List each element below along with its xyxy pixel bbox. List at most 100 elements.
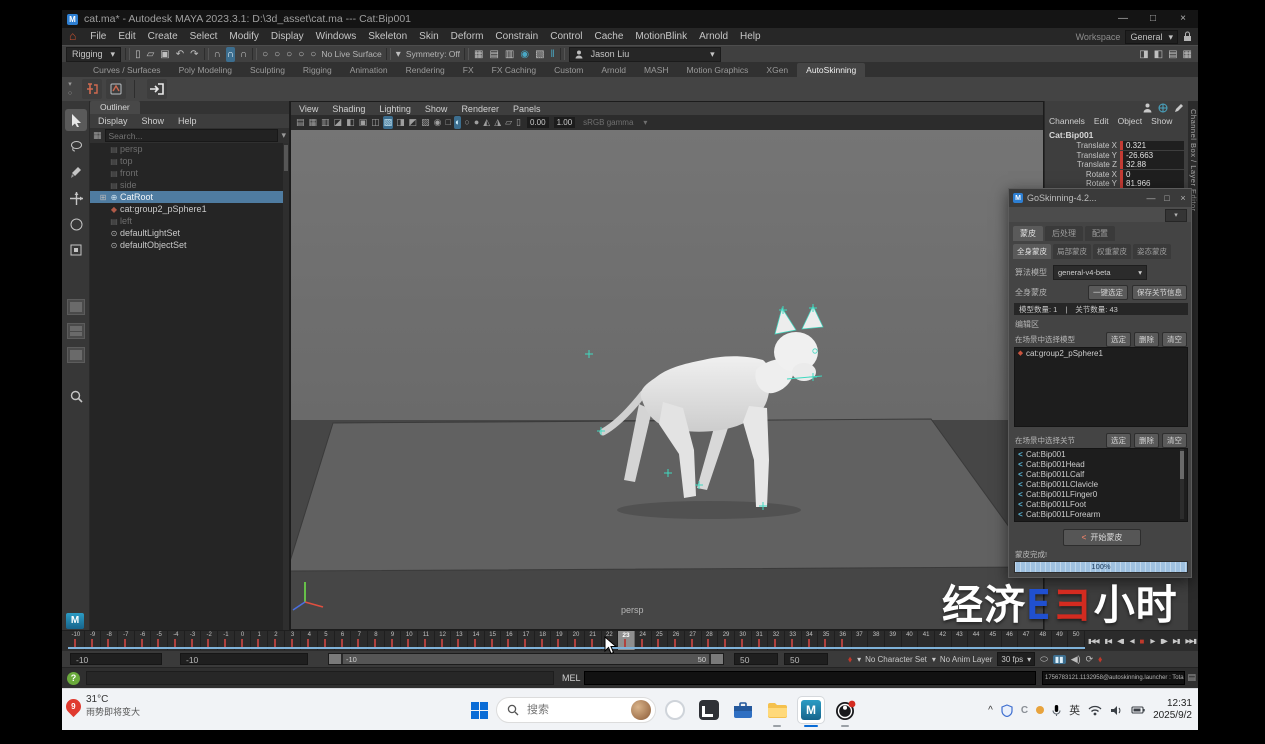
playback-button[interactable]: ■ xyxy=(1140,637,1145,646)
playback-button[interactable]: ◀ xyxy=(1130,637,1134,645)
channel-box-menu-item[interactable]: Show xyxy=(1151,116,1172,126)
command-input-field[interactable] xyxy=(584,671,1036,685)
taskbar-app-briefcase[interactable] xyxy=(730,697,756,723)
clear-button[interactable]: 清空 xyxy=(1162,433,1187,448)
channel-box-menu-item[interactable]: Channels xyxy=(1049,116,1085,126)
shelf-tab[interactable]: Motion Graphics xyxy=(678,63,758,77)
xray-icon[interactable]: ▱ xyxy=(504,116,513,129)
save-scene-icon[interactable]: ▣ xyxy=(159,47,170,62)
image-plane-icon[interactable]: ◧ xyxy=(345,116,356,129)
select-camera-icon[interactable]: ▤ xyxy=(295,116,306,129)
loop-icon[interactable]: ⬭ xyxy=(1040,654,1048,665)
bookmarks-icon[interactable]: ◪ xyxy=(333,116,344,129)
range-end-handle[interactable] xyxy=(711,654,723,664)
auto-key-icon[interactable]: ⬧ xyxy=(1098,654,1102,665)
taskbar-app-explorer[interactable] xyxy=(764,697,790,723)
goskinning-sub-tab[interactable]: 权重蒙皮 xyxy=(1093,244,1131,259)
shelf-tab[interactable]: FX xyxy=(454,63,483,77)
minimize-button[interactable]: — xyxy=(1143,189,1159,207)
viewport-menu-item[interactable]: View xyxy=(299,104,318,114)
viewport-menu-item[interactable]: Lighting xyxy=(379,104,411,114)
clear-button[interactable]: 清空 xyxy=(1162,332,1187,347)
menu-item[interactable]: Windows xyxy=(310,31,363,42)
fps-dropdown[interactable]: 30 fps ▾ xyxy=(997,652,1035,666)
textured-icon[interactable]: ▨ xyxy=(420,116,431,129)
outliner-search-input[interactable] xyxy=(105,129,279,142)
channel-attribute-row[interactable]: Translate X 0.321 xyxy=(1045,141,1184,150)
undo-icon[interactable]: ↶ xyxy=(175,47,185,62)
animation-end-field[interactable]: 50 xyxy=(784,653,828,665)
delete-button[interactable]: 删除 xyxy=(1134,433,1159,448)
shelf-tab[interactable]: Rendering xyxy=(397,63,454,77)
menu-item[interactable]: Constrain xyxy=(489,31,544,42)
xray-joints-icon[interactable]: ▯ xyxy=(515,116,522,129)
goskinning-sub-tab[interactable]: 姿态蒙皮 xyxy=(1133,244,1171,259)
lock-camera-icon[interactable]: ▦ xyxy=(308,116,319,129)
symmetry-label[interactable]: Symmetry: Off xyxy=(406,49,460,59)
wifi-icon[interactable] xyxy=(1088,705,1102,716)
joint-list-item[interactable]: < Cat:Bip001LClavicle xyxy=(1015,479,1187,489)
outliner-menu-item[interactable]: Show xyxy=(142,116,165,126)
close-button[interactable]: × xyxy=(1175,189,1191,207)
shelf-arrow-icon[interactable]: ▾ xyxy=(68,80,72,89)
snap-to-grid-icon[interactable]: ∩ xyxy=(213,47,222,62)
shelf-menu-buttons[interactable]: ▾ ○ xyxy=(62,80,78,98)
goskinning-sub-tab[interactable]: 局部蒙皮 xyxy=(1053,244,1091,259)
one-click-select-button[interactable]: 一键选定 xyxy=(1088,285,1128,300)
use-all-lights-icon[interactable]: ◉ xyxy=(433,116,443,129)
search-highlight-image[interactable] xyxy=(631,700,651,720)
expand-icon[interactable]: ⊞ xyxy=(98,193,108,202)
outliner-item[interactable]: persp xyxy=(90,143,289,155)
channel-box-menu-item[interactable]: Edit xyxy=(1094,116,1109,126)
joint-list-item[interactable]: < Cat:Bip001LCalf xyxy=(1015,469,1187,479)
viewport-menu-item[interactable]: Panels xyxy=(513,104,541,114)
workspace-dropdown[interactable]: General ▾ xyxy=(1125,30,1178,44)
model-list-item[interactable]: ◆ cat:group2_pSphere1 xyxy=(1015,348,1187,358)
exposure-field[interactable]: 0.00 xyxy=(527,117,549,128)
security-shield-icon[interactable] xyxy=(1001,704,1013,717)
battery-icon[interactable] xyxy=(1131,705,1145,715)
gamma-field[interactable]: 1.00 xyxy=(554,117,576,128)
maximize-button[interactable]: □ xyxy=(1138,10,1168,28)
outliner-menu-item[interactable]: Help xyxy=(178,116,197,126)
taskbar-search[interactable] xyxy=(496,697,656,723)
ime-indicator[interactable]: 英 xyxy=(1069,702,1080,718)
shelf-tab[interactable]: Poly Modeling xyxy=(170,63,241,77)
channel-attribute-row[interactable]: Rotate X 0 xyxy=(1045,170,1184,179)
move-tool[interactable] xyxy=(65,187,87,209)
outliner-item[interactable]: front xyxy=(90,167,289,179)
shelf-tab[interactable]: MASH xyxy=(635,63,678,77)
start-button[interactable] xyxy=(468,699,490,721)
start-skinning-button[interactable]: < 开始蒙皮 xyxy=(1063,529,1141,546)
viewport-panel[interactable]: ViewShadingLightingShowRendererPanels ▤▦… xyxy=(290,101,1044,630)
menu-item[interactable]: Select xyxy=(184,31,224,42)
render-current-frame-icon[interactable]: ▥ xyxy=(504,47,515,62)
wireframe-icon[interactable]: ◨ xyxy=(395,116,406,129)
shadows-icon[interactable]: □ xyxy=(445,116,452,129)
mute-audio-icon[interactable]: ◀) xyxy=(1071,654,1081,665)
tray-expand-icon[interactable]: ^ xyxy=(988,705,993,716)
joint-list[interactable]: < Cat:Bip001 < Cat:Bip001Head < Cat:Bip0… xyxy=(1014,448,1188,522)
goskinning-main-tab[interactable]: 后处理 xyxy=(1045,226,1083,241)
animation-start-field[interactable]: -10 xyxy=(70,653,162,665)
rotate-tool[interactable] xyxy=(65,213,87,235)
outliner-item[interactable]: defaultObjectSet xyxy=(90,239,289,251)
goskinning-menu-dropdown[interactable]: ▾ xyxy=(1165,209,1187,222)
shelf-tab[interactable]: Arnold xyxy=(592,63,635,77)
render-settings-icon[interactable]: ▦ xyxy=(473,47,484,62)
script-editor-icon[interactable]: ▤ xyxy=(1187,672,1196,683)
new-scene-icon[interactable]: ▯ xyxy=(134,47,142,62)
selection-mask-icon[interactable]: ○ xyxy=(297,47,305,62)
layout-two-pane-button[interactable] xyxy=(67,347,85,363)
toggle-channel-box-icon[interactable]: ▤ xyxy=(1167,47,1178,62)
channel-attribute-value[interactable]: 0 xyxy=(1123,170,1184,179)
outliner-scrollbar[interactable] xyxy=(283,143,289,630)
menu-item[interactable]: Display xyxy=(265,31,310,42)
selection-mask-icon[interactable]: ○ xyxy=(273,47,281,62)
minimize-button[interactable]: — xyxy=(1108,10,1138,28)
toggle-modeling-toolkit-icon[interactable]: ▦ xyxy=(1182,47,1193,62)
oversampling-icon[interactable]: ◫ xyxy=(370,116,381,129)
goskinning-window[interactable]: M GoSkinning-4.2... — □ × ▾ 蒙皮后处理配置 全身蒙皮… xyxy=(1008,188,1192,578)
toggle-tool-settings-icon[interactable]: ◧ xyxy=(1153,47,1164,62)
selection-mask-icon[interactable]: ○ xyxy=(309,47,317,62)
